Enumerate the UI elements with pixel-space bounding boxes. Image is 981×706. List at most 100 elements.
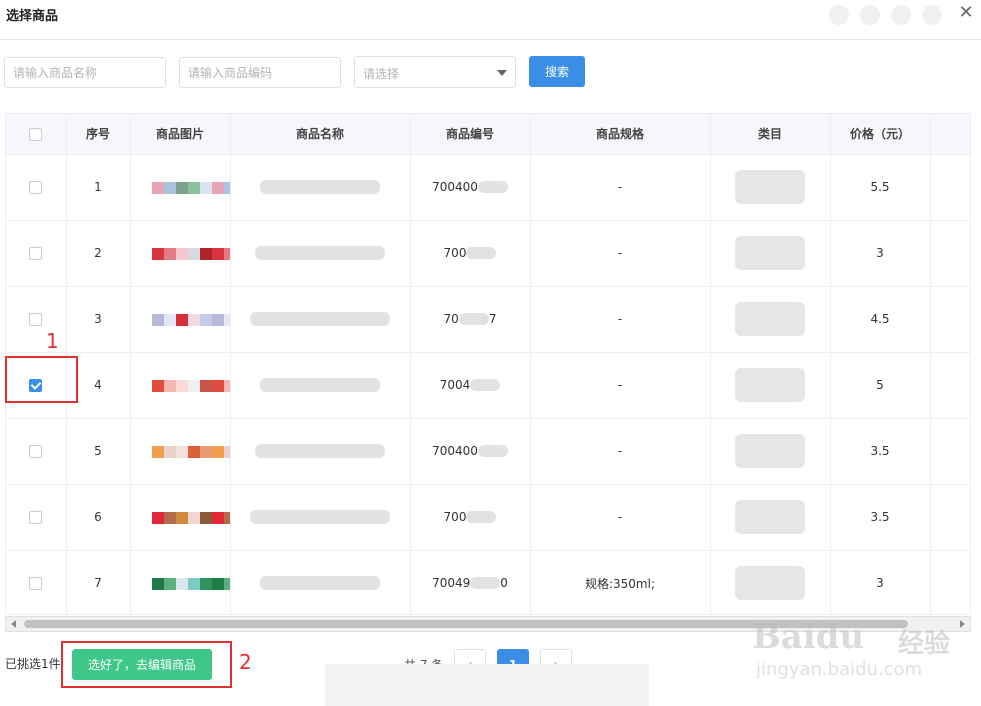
table-row[interactable]: 4 7004 - 5: [6, 352, 970, 419]
product-code-mask: [470, 577, 501, 590]
product-name-input[interactable]: [4, 57, 166, 88]
close-icon[interactable]: ✕: [957, 4, 975, 22]
row-index: 6: [66, 484, 131, 551]
baidu-jingyan-watermark: Baidu 经验 jingyan.baidu.com: [752, 617, 962, 697]
product-code-mask: [477, 445, 508, 458]
product-spec: -: [530, 418, 711, 485]
product-spec: 规格:350ml;: [530, 550, 711, 614]
row-checkbox-cell[interactable]: [6, 550, 67, 614]
product-code-prefix: 700: [443, 246, 467, 261]
product-code: 700400: [410, 154, 531, 221]
product-code-input[interactable]: [179, 57, 341, 88]
table-header-row: 序号 商品图片 商品名称 商品编号 商品规格 类目 价格（元） 库: [6, 114, 970, 155]
table-row[interactable]: 2 700 - 3: [6, 220, 970, 287]
column-header: 价格（元）: [830, 114, 931, 155]
selected-count: 已挑选1件: [5, 657, 61, 671]
category-redacted: [710, 220, 831, 287]
confirm-edit-button[interactable]: 选好了，去编辑商品: [72, 649, 212, 680]
search-button[interactable]: 搜索: [529, 56, 585, 87]
table-row[interactable]: 7 70049 0 规格:350ml; 3: [6, 550, 970, 614]
product-spec: -: [530, 154, 711, 221]
product-spec: -: [530, 286, 711, 353]
row-checkbox-cell[interactable]: [6, 154, 67, 221]
product-code-prefix: 700400: [432, 180, 478, 195]
watermark-cn: 经验: [898, 629, 951, 659]
stock-cell: [930, 550, 970, 614]
table-row[interactable]: 6 700 - 3.5: [6, 484, 970, 551]
row-index: 3: [66, 286, 131, 353]
watermark-logo: Baidu: [752, 617, 865, 657]
table-row[interactable]: 5 700400 - 3.5: [6, 418, 970, 485]
annotation-number-2: 2: [239, 650, 252, 674]
product-image: [130, 352, 231, 419]
category-redacted: [710, 154, 831, 221]
stock-cell: [930, 418, 970, 485]
product-code-suffix: 0: [500, 576, 508, 591]
row-checkbox[interactable]: [29, 511, 43, 524]
product-image: [130, 418, 231, 485]
row-checkbox[interactable]: [29, 577, 43, 590]
row-checkbox[interactable]: [29, 247, 43, 260]
table-row[interactable]: 1 700400 - 5.5: [6, 154, 970, 221]
column-header: 商品图片: [130, 114, 231, 155]
row-index: 1: [66, 154, 131, 221]
table-row[interactable]: 3 70 7 - 4.5: [6, 286, 970, 353]
minimize-icon[interactable]: [891, 5, 911, 25]
select-all-header[interactable]: [6, 114, 67, 155]
row-checkbox-cell[interactable]: [6, 220, 67, 287]
column-header: 商品名称: [230, 114, 411, 155]
category-redacted: [710, 352, 831, 419]
product-spec: -: [530, 352, 711, 419]
dialog-titlebar: 选择商品 ✕: [0, 0, 981, 40]
stock-cell: [930, 484, 970, 551]
product-code-prefix: 7004: [439, 378, 471, 393]
column-header: 商品编号: [410, 114, 531, 155]
product-code-prefix: 70: [443, 312, 459, 327]
stock-cell: [930, 286, 970, 353]
annotation-number-1: 1: [46, 329, 59, 353]
product-code-mask: [458, 313, 489, 326]
product-code-prefix: 70049: [432, 576, 471, 591]
row-checkbox[interactable]: [29, 445, 43, 458]
row-checkbox-cell[interactable]: [6, 484, 67, 551]
dialog-title: 选择商品: [6, 9, 59, 24]
product-code: 7004: [410, 352, 531, 419]
scroll-left-icon[interactable]: [11, 620, 16, 628]
annotation-box-1: [5, 356, 78, 403]
row-checkbox-cell[interactable]: [6, 418, 67, 485]
product-code-suffix: 7: [488, 312, 497, 327]
row-index: 5: [66, 418, 131, 485]
column-header: 商品规格: [530, 114, 711, 155]
product-image: [130, 484, 231, 551]
product-code-prefix: 700400: [432, 444, 478, 459]
column-header: 库: [930, 114, 970, 155]
window-control-icon[interactable]: [829, 5, 849, 25]
product-price: 3.5: [830, 484, 931, 551]
product-code-mask: [470, 379, 501, 392]
category-redacted: [710, 550, 831, 614]
stock-cell: [930, 352, 970, 419]
product-spec: -: [530, 484, 711, 551]
product-name-redacted: [230, 550, 411, 614]
product-code-mask: [466, 247, 497, 260]
product-code: 70 7: [410, 286, 531, 353]
product-price: 5: [830, 352, 931, 419]
maximize-icon[interactable]: [922, 5, 942, 25]
category-select[interactable]: 请选择: [354, 56, 516, 88]
product-spec: -: [530, 220, 711, 287]
row-checkbox[interactable]: [29, 313, 43, 326]
row-checkbox[interactable]: [29, 181, 43, 194]
product-name-redacted: [230, 220, 411, 287]
product-image: [130, 220, 231, 287]
product-price: 5.5: [830, 154, 931, 221]
product-code: 700: [410, 484, 531, 551]
product-name-redacted: [230, 484, 411, 551]
product-image: [130, 154, 231, 221]
bottom-panel: [325, 664, 649, 706]
product-image: [130, 286, 231, 353]
window-control-icon[interactable]: [860, 5, 880, 25]
select-all-checkbox[interactable]: [29, 127, 43, 141]
watermark-url: jingyan.baidu.com: [756, 659, 923, 680]
column-header: 类目: [710, 114, 831, 155]
product-price: 3: [830, 220, 931, 287]
